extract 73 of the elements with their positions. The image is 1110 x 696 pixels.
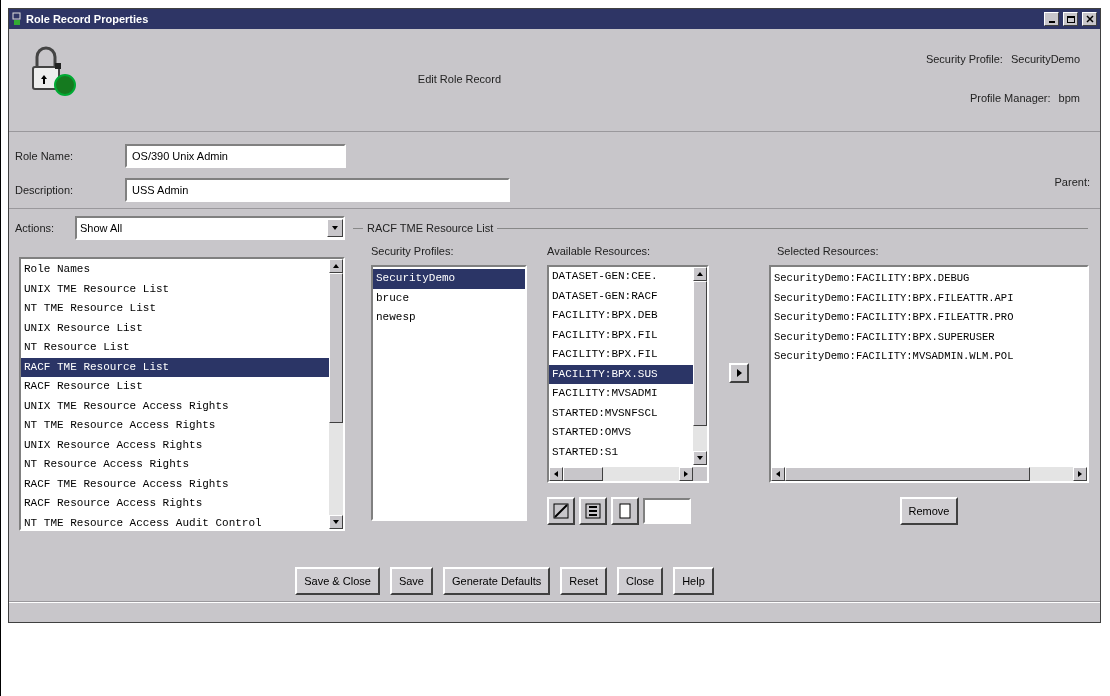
window-icon [12, 12, 22, 26]
list-item[interactable]: NT Resource List [21, 338, 329, 358]
list-item[interactable]: FACILITY:BPX.FIL [549, 325, 693, 345]
list-item[interactable]: STARTED:MVSNFSCL [549, 403, 693, 423]
close-icon [1085, 15, 1094, 23]
field-label: Description: [15, 182, 75, 198]
action-button[interactable]: Reset [560, 567, 607, 595]
action-button[interactable]: Save & Close [295, 567, 380, 595]
action-button[interactable]: Remove [899, 497, 959, 525]
field-label: Role Name: [15, 148, 75, 164]
vertical-scrollbar[interactable] [329, 259, 343, 529]
list-item[interactable]: FACILITY:BPX.DEB [549, 306, 693, 326]
list-item[interactable]: FACILITY:MVSADMI [549, 384, 693, 404]
field-label: Parent: [1054, 175, 1090, 190]
list-item[interactable]: SecurityDemo:FACILITY:BPX.SUPERUSER [771, 327, 1087, 347]
list-item[interactable]: DATASET-GEN:RACF [549, 286, 693, 306]
list-item[interactable]: DATASET-GEN:CEE. [549, 267, 693, 287]
list-item[interactable]: UNIX Resource List [21, 318, 329, 338]
list-item[interactable]: STARTED:S1 [549, 442, 693, 462]
horizontal-scrollbar[interactable] [549, 467, 707, 481]
action-button[interactable]: Close [617, 567, 664, 595]
window-title: Role Record Properties [26, 11, 150, 27]
maximize-button[interactable] [1063, 12, 1078, 26]
horizontal-scrollbar[interactable] [771, 467, 1087, 481]
list-item[interactable]: RACF TME Resource Access Rights [21, 474, 329, 494]
list-item[interactable]: UNIX TME Resource Access Rights [21, 396, 329, 416]
action-button[interactable]: Help [673, 567, 714, 595]
list-item[interactable]: SecurityDemo [373, 269, 525, 289]
document-icon [617, 503, 633, 519]
list-item[interactable]: FACILITY:BPX.FIL [549, 345, 693, 365]
field-label: Security Profile: [925, 52, 1003, 67]
list-item[interactable]: UNIX Resource Access Rights [21, 435, 329, 455]
list-icon [585, 503, 601, 519]
field-value: SecurityDemo [1010, 52, 1080, 67]
list-item[interactable]: NT Resource Access Rights [21, 455, 329, 475]
field-value: bpm [1058, 90, 1080, 106]
field-label: Profile Manager: [969, 90, 1051, 106]
edit-tool-button[interactable] [547, 497, 575, 525]
field-label: Actions: [15, 220, 56, 236]
list-item[interactable]: RACF Resource Access Rights [21, 494, 329, 514]
close-button[interactable] [1082, 12, 1097, 26]
action-button[interactable]: Save [389, 567, 433, 595]
list-label: Selected Resources: [776, 244, 879, 259]
list-item[interactable]: RACF Resource List [21, 377, 329, 397]
list-item[interactable]: NT TME Resource Access Rights [21, 416, 329, 436]
list-item[interactable]: UNIX TME Resource List [21, 279, 329, 299]
actions-dropdown[interactable]: Show All [75, 216, 345, 240]
list-item[interactable]: FACILITY:BPX.SUS [549, 364, 693, 384]
vertical-scrollbar[interactable] [693, 267, 707, 465]
add-arrow-button[interactable] [729, 363, 749, 383]
number-field[interactable] [643, 498, 691, 524]
list-item[interactable]: STARTED:OMVS [549, 423, 693, 443]
list-item[interactable]: Role Names [21, 260, 329, 280]
group-title: RACF TME Resource List [366, 220, 495, 236]
list-item[interactable]: SecurityDemo:FACILITY:BPX.FILEATTR.PRO [771, 308, 1087, 328]
role-name-field[interactable]: OS/390 Unix Admin [125, 144, 346, 168]
list-item[interactable]: SecurityDemo:FACILITY:BPX.DEBUG [771, 269, 1087, 289]
list-item[interactable]: newesp [373, 308, 525, 328]
list-label: Available Resources: [547, 244, 652, 259]
list-item[interactable]: NT TME Resource Access Audit Control [21, 513, 329, 529]
description-field[interactable]: USS Admin [125, 178, 510, 202]
list-item[interactable]: bruce [373, 288, 525, 308]
minimize-button[interactable] [1044, 12, 1059, 26]
columns-tool-button[interactable] [579, 497, 607, 525]
dialog-heading: Edit Role Record [416, 72, 502, 87]
list-item[interactable]: SecurityDemo:FACILITY:MVSADMIN.WLM.POL [771, 347, 1087, 367]
list-item[interactable]: RACF TME Resource List [21, 357, 329, 377]
panel-tool-button[interactable] [611, 497, 639, 525]
list-item[interactable]: NT TME Resource List [21, 299, 329, 319]
pencil-icon [553, 503, 569, 519]
list-item[interactable]: SecurityDemo:FACILITY:BPX.FILEATTR.API [771, 288, 1087, 308]
list-label: Security Profiles: [371, 244, 455, 259]
action-button[interactable]: Generate Defaults [442, 567, 551, 595]
